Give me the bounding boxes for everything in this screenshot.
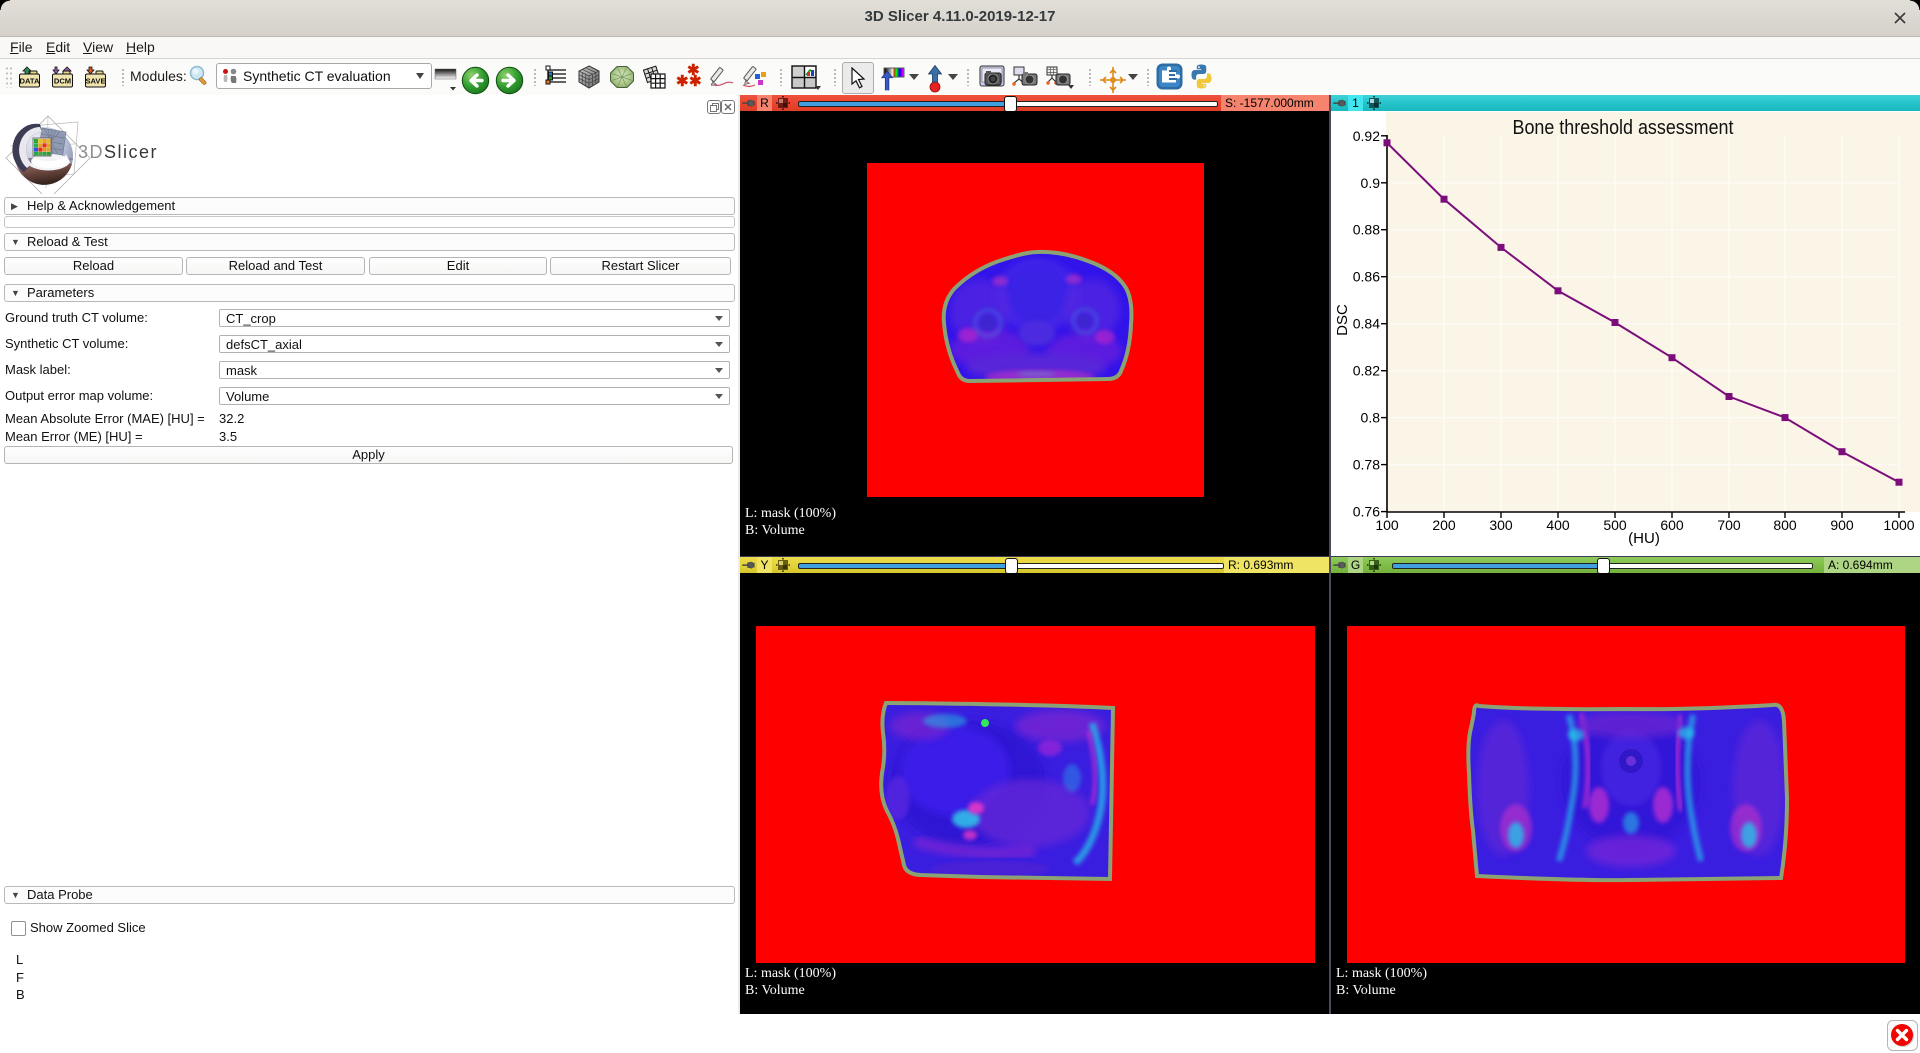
svg-text:L: mask (100%): L: mask (100%) [745, 966, 836, 981]
svg-text:600: 600 [1660, 517, 1684, 533]
svg-text:DATA: DATA [20, 77, 40, 86]
svg-text:0.86: 0.86 [1353, 269, 1380, 285]
svg-text:B: Volume: B: Volume [745, 983, 805, 998]
svg-text:1000: 1000 [1883, 517, 1914, 533]
svg-text:500: 500 [1603, 517, 1627, 533]
svg-text:300: 300 [1489, 517, 1513, 533]
svg-text:L: mask (100%): L: mask (100%) [1336, 966, 1427, 981]
svg-text:DCM: DCM [54, 77, 71, 86]
svg-text:Bone threshold assessment: Bone threshold assessment [1513, 117, 1734, 139]
svg-text:700: 700 [1717, 517, 1741, 533]
svg-text:100: 100 [1375, 517, 1399, 533]
svg-text:0.78: 0.78 [1353, 457, 1380, 473]
svg-text:0.88: 0.88 [1353, 222, 1380, 238]
svg-text:800: 800 [1773, 517, 1797, 533]
svg-text:(HU): (HU) [1628, 530, 1660, 547]
svg-text:400: 400 [1546, 517, 1570, 533]
svg-text:200: 200 [1432, 517, 1456, 533]
svg-text:L: mask (100%): L: mask (100%) [745, 506, 836, 521]
svg-text:0.9: 0.9 [1361, 175, 1381, 191]
svg-text:SAVE: SAVE [85, 77, 105, 86]
svg-text:0.8: 0.8 [1361, 410, 1381, 426]
svg-text:0.92: 0.92 [1353, 128, 1380, 144]
svg-text:0.84: 0.84 [1353, 316, 1380, 332]
svg-text:0.82: 0.82 [1353, 363, 1380, 379]
svg-text:B: Volume: B: Volume [1336, 983, 1396, 998]
svg-text:B: Volume: B: Volume [745, 523, 805, 538]
svg-text:DSC: DSC [1334, 304, 1351, 336]
svg-text:900: 900 [1830, 517, 1854, 533]
